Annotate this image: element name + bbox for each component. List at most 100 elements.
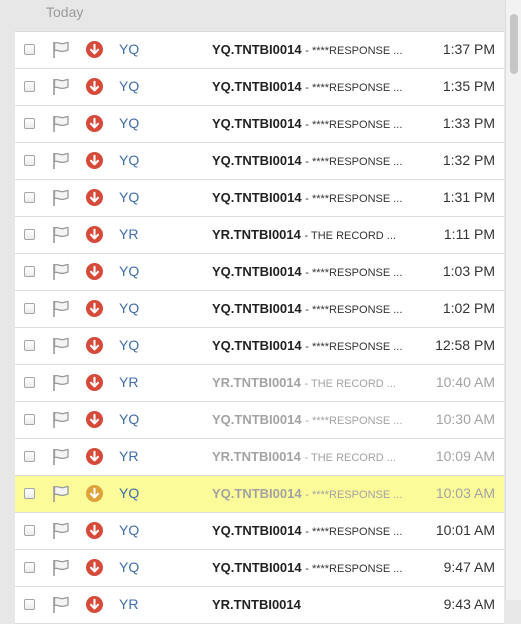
flag-icon[interactable]	[51, 78, 71, 96]
flag-icon[interactable]	[51, 374, 71, 392]
flag-icon[interactable]	[51, 115, 71, 133]
sender: YQ	[119, 152, 140, 168]
subject-preview: - ****RESPONSE ...	[305, 304, 403, 316]
flag-icon[interactable]	[51, 596, 71, 614]
subject-preview: - THE RECORD ...	[304, 230, 396, 242]
message-row[interactable]: YR YR.TNTBI0014 - THE RECORD ... 1:11 PM	[15, 217, 504, 254]
select-checkbox[interactable]	[24, 118, 35, 129]
message-subject: YR.TNTBI0014 - THE RECORD ...	[212, 227, 422, 242]
message-subject: YQ.TNTBI0014 - ****RESPONSE ...	[212, 338, 422, 353]
subject-code: YQ.TNTBI0014	[212, 79, 302, 94]
flag-icon[interactable]	[51, 411, 71, 429]
message-subject: YR.TNTBI0014 - THE RECORD ...	[212, 375, 422, 390]
subject-code: YR.TNTBI0014	[212, 449, 301, 464]
received-time: 1:33 PM	[442, 115, 495, 131]
subject-code: YQ.TNTBI0014	[212, 338, 302, 353]
sender: YQ	[119, 485, 140, 501]
priority-down-icon	[86, 411, 103, 428]
priority-down-icon	[86, 115, 103, 132]
message-row[interactable]: YQ YQ.TNTBI0014 - ****RESPONSE ... 1:37 PM	[15, 32, 504, 69]
subject-code: YQ.TNTBI0014	[212, 412, 302, 427]
select-checkbox[interactable]	[24, 451, 35, 462]
message-subject: YQ.TNTBI0014 - ****RESPONSE ...	[212, 264, 422, 279]
flag-icon[interactable]	[51, 152, 71, 170]
subject-code: YQ.TNTBI0014	[212, 301, 302, 316]
priority-down-icon	[86, 226, 103, 243]
message-row[interactable]: YQ YQ.TNTBI0014 - ****RESPONSE ... 10:01 A…	[15, 513, 504, 550]
message-row[interactable]: YR YR.TNTBI0014 - THE RECORD ... 10:09 AM	[15, 439, 504, 476]
subject-code: YQ.TNTBI0014	[212, 560, 302, 575]
select-checkbox[interactable]	[24, 599, 35, 610]
select-checkbox[interactable]	[24, 340, 35, 351]
received-time: 1:03 PM	[442, 263, 495, 279]
select-checkbox[interactable]	[24, 81, 35, 92]
message-row[interactable]: YR YR.TNTBI0014 9:43 AM	[15, 587, 504, 624]
select-checkbox[interactable]	[24, 488, 35, 499]
message-row[interactable]: YR YR.TNTBI0014 - THE RECORD ... 10:40 AM	[15, 365, 504, 402]
message-subject: YR.TNTBI0014 - THE RECORD ...	[212, 449, 422, 464]
received-time: 1:31 PM	[442, 189, 495, 205]
sender: YR	[119, 374, 139, 390]
message-row[interactable]: YQ YQ.TNTBI0014 - ****RESPONSE ... 1:02 PM	[15, 291, 504, 328]
group-header-today: Today	[46, 4, 84, 20]
message-row[interactable]: YQ YQ.TNTBI0014 - ****RESPONSE ... 1:03 PM	[15, 254, 504, 291]
priority-down-icon	[86, 448, 103, 465]
priority-down-icon	[86, 337, 103, 354]
message-row[interactable]: YQ YQ.TNTBI0014 - ****RESPONSE ... 1:33 PM	[15, 106, 504, 143]
flag-icon[interactable]	[51, 448, 71, 466]
select-checkbox[interactable]	[24, 44, 35, 55]
message-subject: YQ.TNTBI0014 - ****RESPONSE ...	[212, 116, 422, 131]
priority-down-icon	[86, 189, 103, 206]
flag-icon[interactable]	[51, 41, 71, 59]
subject-preview: - ****RESPONSE ...	[305, 267, 403, 279]
message-row[interactable]: YQ YQ.TNTBI0014 - ****RESPONSE ... 9:47 AM	[15, 550, 504, 587]
received-time: 12:58 PM	[435, 337, 495, 353]
received-time: 10:30 AM	[435, 411, 495, 427]
message-subject: YR.TNTBI0014	[212, 597, 422, 612]
received-time: 1:37 PM	[442, 41, 495, 57]
received-time: 10:03 AM	[435, 485, 495, 501]
scrollbar[interactable]	[505, 0, 521, 600]
select-checkbox[interactable]	[24, 303, 35, 314]
select-checkbox[interactable]	[24, 266, 35, 277]
select-checkbox[interactable]	[24, 525, 35, 536]
select-checkbox[interactable]	[24, 229, 35, 240]
sender: YQ	[119, 41, 140, 57]
scrollbar-thumb[interactable]	[510, 14, 518, 74]
flag-icon[interactable]	[51, 263, 71, 281]
sender: YQ	[119, 411, 140, 427]
flag-icon[interactable]	[51, 337, 71, 355]
subject-code: YQ.TNTBI0014	[212, 486, 302, 501]
sender: YQ	[119, 300, 140, 316]
received-time: 10:40 AM	[435, 374, 495, 390]
flag-icon[interactable]	[51, 522, 71, 540]
flag-icon[interactable]	[51, 189, 71, 207]
message-row[interactable]: YQ YQ.TNTBI0014 - ****RESPONSE ... 12:58 P…	[15, 328, 504, 365]
sender: YR	[119, 596, 139, 612]
message-subject: YQ.TNTBI0014 - ****RESPONSE ...	[212, 560, 422, 575]
subject-code: YQ.TNTBI0014	[212, 190, 302, 205]
flag-icon[interactable]	[51, 300, 71, 318]
subject-code: YR.TNTBI0014	[212, 597, 301, 612]
message-subject: YQ.TNTBI0014 - ****RESPONSE ...	[212, 190, 422, 205]
message-row[interactable]: YQ YQ.TNTBI0014 - ****RESPONSE ... 1:35 PM	[15, 69, 504, 106]
message-row[interactable]: YQ YQ.TNTBI0014 - ****RESPONSE ... 10:30 A…	[15, 402, 504, 439]
flag-icon[interactable]	[51, 226, 71, 244]
sender: YQ	[119, 522, 140, 538]
subject-code: YQ.TNTBI0014	[212, 116, 302, 131]
select-checkbox[interactable]	[24, 155, 35, 166]
select-checkbox[interactable]	[24, 192, 35, 203]
sender: YQ	[119, 115, 140, 131]
select-checkbox[interactable]	[24, 562, 35, 573]
subject-code: YR.TNTBI0014	[212, 375, 301, 390]
message-row[interactable]: YQ YQ.TNTBI0014 - ****RESPONSE ... 1:32 PM	[15, 143, 504, 180]
message-row[interactable]: YQ YQ.TNTBI0014 - ****RESPONSE ... 10:03 A…	[15, 476, 504, 513]
flag-icon[interactable]	[51, 559, 71, 577]
message-row[interactable]: YQ YQ.TNTBI0014 - ****RESPONSE ... 1:31 PM	[15, 180, 504, 217]
priority-down-icon	[86, 559, 103, 576]
received-time: 9:47 AM	[443, 559, 495, 575]
flag-icon[interactable]	[51, 485, 71, 503]
message-subject: YQ.TNTBI0014 - ****RESPONSE ...	[212, 42, 422, 57]
select-checkbox[interactable]	[24, 377, 35, 388]
select-checkbox[interactable]	[24, 414, 35, 425]
